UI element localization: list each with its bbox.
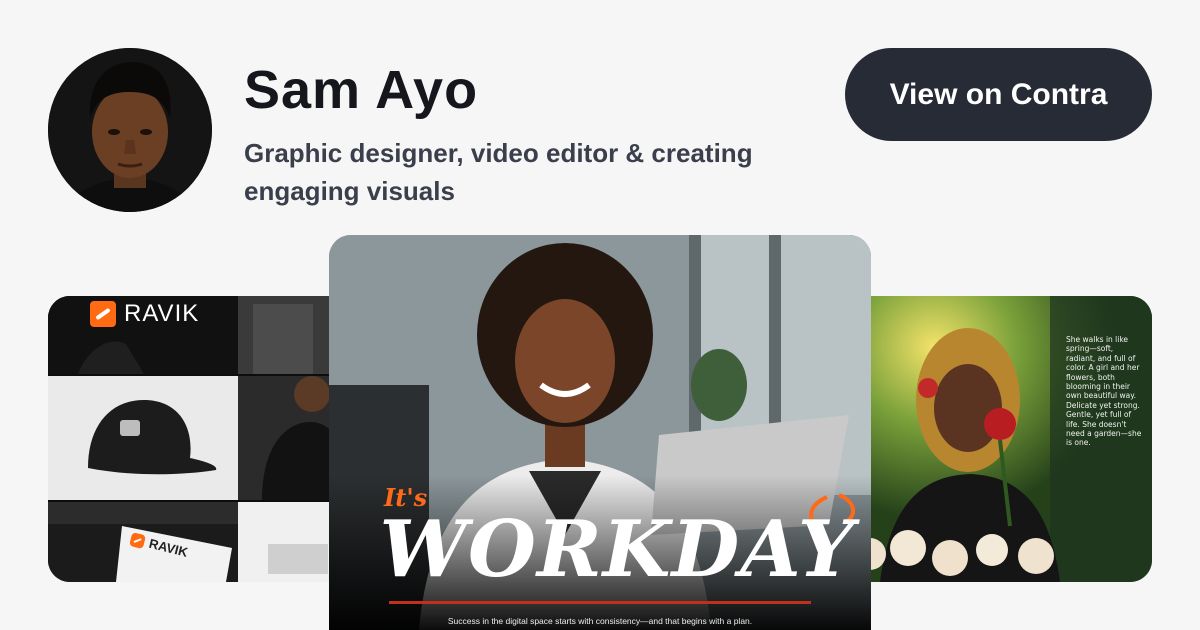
portfolio-card-flowers[interactable]: She walks in like spring—soft, radiant, … (850, 296, 1152, 582)
view-on-contra-button[interactable]: View on Contra (845, 48, 1152, 141)
profile-tagline: Graphic designer, video editor & creatin… (244, 138, 753, 206)
avatar (48, 48, 212, 212)
avatar-portrait (48, 48, 212, 212)
portfolio-card-brand[interactable]: RAVIK (48, 296, 348, 582)
ravik-mark-icon (90, 301, 116, 327)
poster-headline-big: WORKDAY (379, 504, 855, 595)
ravik-wordmark: RAVIK (124, 300, 200, 327)
profile-name: Sam Ayo (244, 60, 479, 120)
ravik-mark-small-icon (129, 531, 147, 549)
brand-collage-image (48, 296, 348, 582)
poster-caption: Success in the digital space starts with… (447, 616, 753, 626)
poem-text: She walks in like spring—soft, radiant, … (1066, 335, 1142, 448)
ravik-logo: RAVIK (90, 296, 270, 332)
